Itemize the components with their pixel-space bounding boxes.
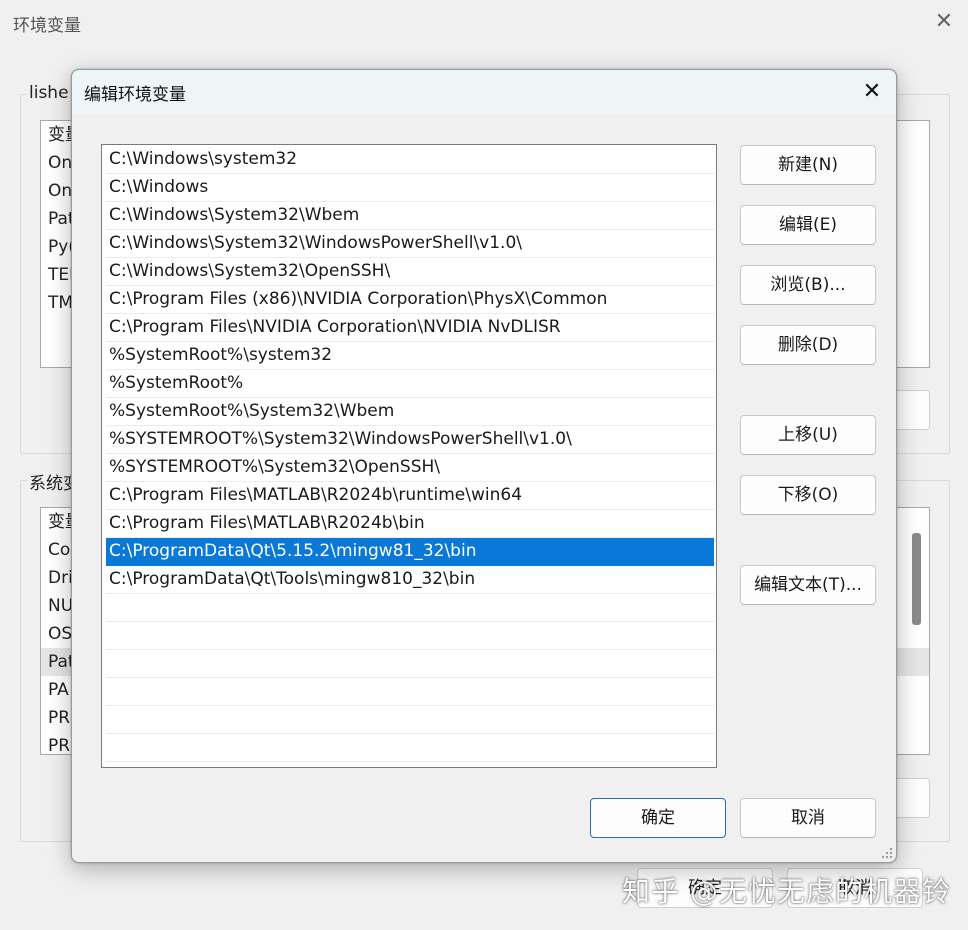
dialog-titlebar: 编辑环境变量 ✕: [72, 70, 896, 114]
move-down-button[interactable]: 下移(O): [740, 475, 876, 515]
new-button[interactable]: 新建(N): [740, 145, 876, 185]
path-entry[interactable]: C:\Program Files\MATLAB\R2024b\runtime\w…: [106, 482, 714, 510]
ok-button[interactable]: 确定: [590, 798, 726, 838]
close-icon[interactable]: ✕: [932, 10, 956, 34]
empty-row[interactable]: [106, 678, 714, 706]
window-title: 环境变量: [13, 16, 81, 36]
path-entry[interactable]: C:\Windows\System32\WindowsPowerShell\v1…: [106, 230, 714, 258]
browse-button[interactable]: 浏览(B)...: [740, 265, 876, 305]
path-entry[interactable]: C:\Windows\System32\Wbem: [106, 202, 714, 230]
path-entry[interactable]: C:\ProgramData\Qt\Tools\mingw810_32\bin: [106, 566, 714, 594]
empty-row[interactable]: [106, 734, 714, 762]
path-entry[interactable]: %SYSTEMROOT%\System32\OpenSSH\: [106, 454, 714, 482]
user-variables-label: lishe: [27, 83, 71, 103]
move-up-button[interactable]: 上移(U): [740, 415, 876, 455]
edit-environment-variable-dialog: 编辑环境变量 ✕ C:\Windows\system32 C:\Windows C:…: [71, 69, 897, 863]
path-entry[interactable]: %SystemRoot%: [106, 370, 714, 398]
path-entry[interactable]: C:\Program Files\NVIDIA Corporation\NVID…: [106, 314, 714, 342]
system-list-scrollbar[interactable]: [912, 533, 921, 625]
delete-button[interactable]: 删除(D): [740, 325, 876, 365]
path-entries-list[interactable]: C:\Windows\system32 C:\Windows C:\Windows\…: [101, 144, 717, 768]
resize-grip-icon[interactable]: [880, 846, 894, 860]
cancel-button[interactable]: 取消: [740, 798, 876, 838]
dialog-title: 编辑环境变量: [84, 85, 186, 105]
edit-text-button[interactable]: 编辑文本(T)...: [740, 565, 876, 605]
edit-button[interactable]: 编辑(E): [740, 205, 876, 245]
path-entry[interactable]: C:\Windows: [106, 174, 714, 202]
path-entry[interactable]: %SYSTEMROOT%\System32\WindowsPowerShell\…: [106, 426, 714, 454]
path-entry[interactable]: %SystemRoot%\system32: [106, 342, 714, 370]
empty-row[interactable]: [106, 594, 714, 622]
path-entry-selected[interactable]: C:\ProgramData\Qt\5.15.2\mingw81_32\bin: [106, 538, 714, 566]
watermark: 知乎 @无忧无虑的机器铃: [622, 875, 951, 908]
empty-row[interactable]: [106, 706, 714, 734]
close-icon[interactable]: ✕: [858, 78, 886, 106]
path-entry[interactable]: C:\Windows\system32: [106, 146, 714, 174]
path-entry[interactable]: %SystemRoot%\System32\Wbem: [106, 398, 714, 426]
path-entry[interactable]: C:\Program Files\MATLAB\R2024b\bin: [106, 510, 714, 538]
path-entry[interactable]: C:\Windows\System32\OpenSSH\: [106, 258, 714, 286]
path-entry[interactable]: C:\Program Files (x86)\NVIDIA Corporatio…: [106, 286, 714, 314]
empty-row[interactable]: [106, 650, 714, 678]
empty-row[interactable]: [106, 622, 714, 650]
